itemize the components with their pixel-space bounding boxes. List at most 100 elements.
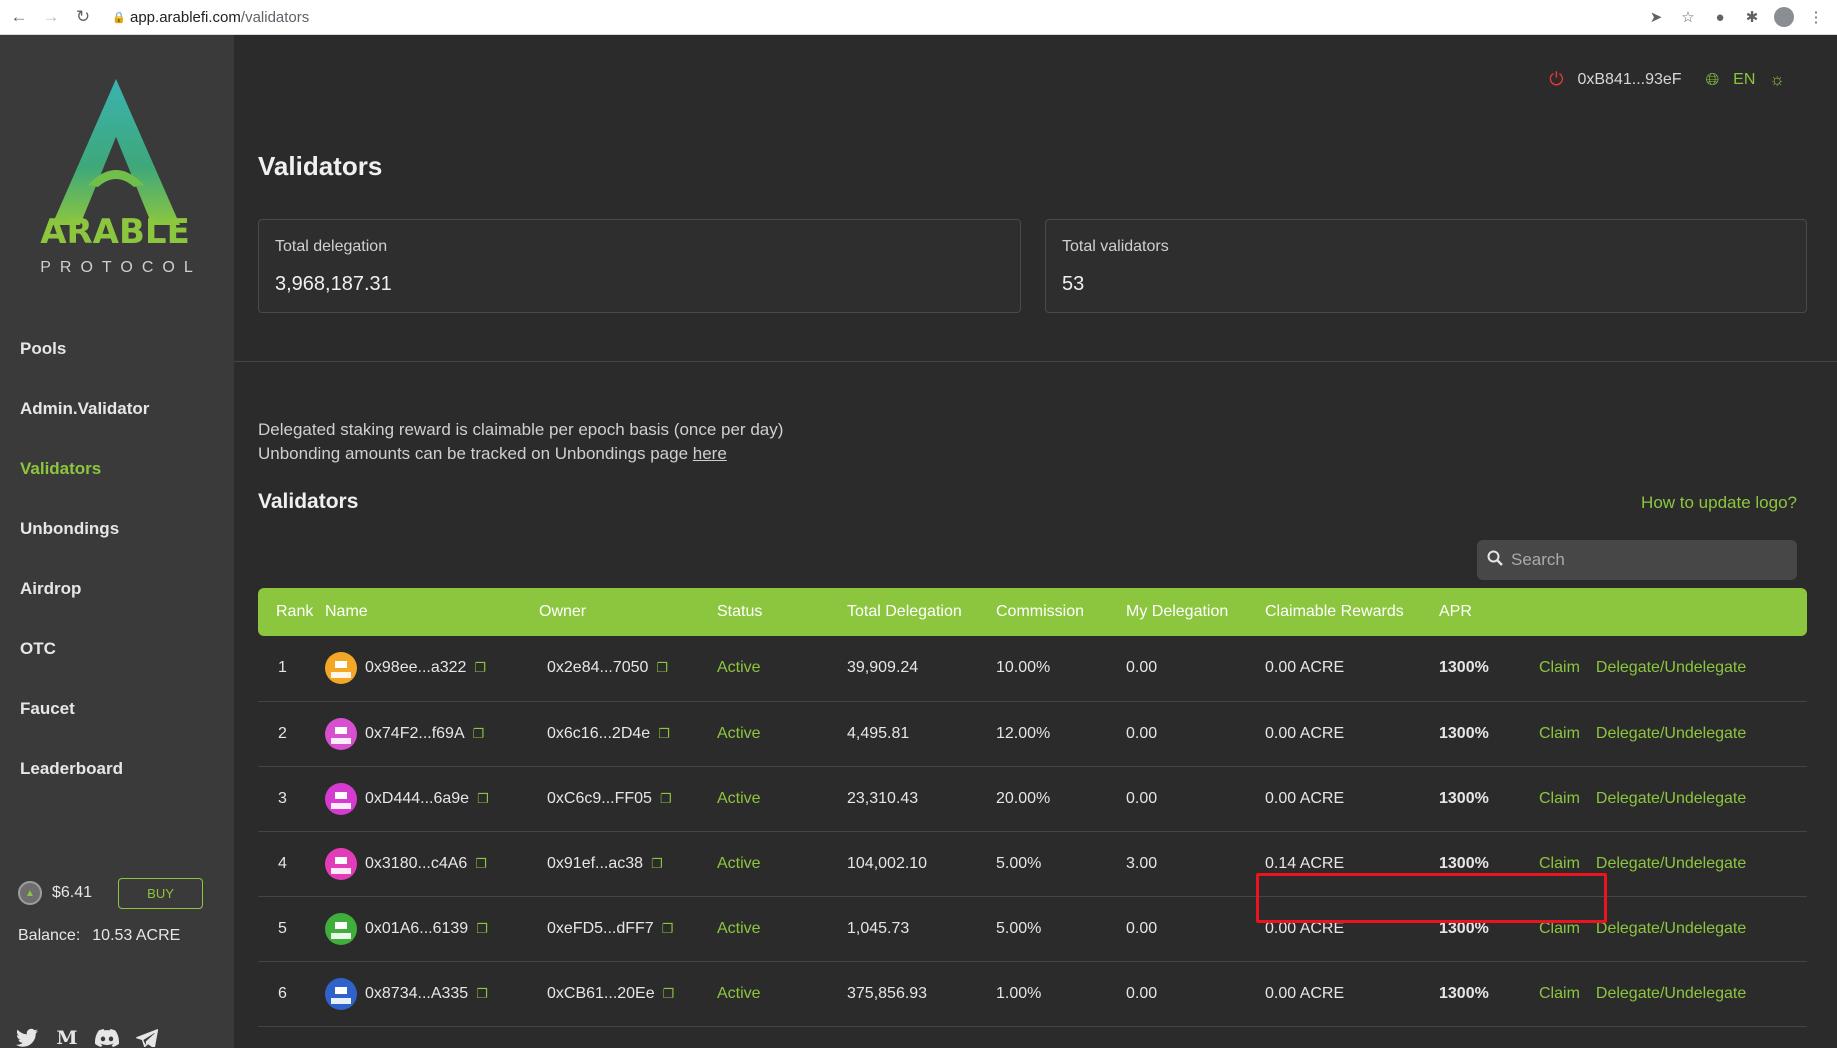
globe-icon[interactable]: 🌐︎ [1706,70,1720,90]
copy-icon[interactable]: ❐ [476,921,488,937]
apr-cell: 1300% [1439,636,1539,702]
my-delegation-cell: 3.00 [1126,831,1265,897]
claim-button[interactable]: Claim [1539,855,1580,872]
total-delegation-cell: 23,310.43 [847,766,996,832]
url-host: app.arablefi.com [130,8,241,26]
validator-name: 0x01A6...6139 [365,919,469,937]
theme-toggle-icon[interactable]: ☼ [1769,70,1785,90]
address-bar[interactable]: 🔒 app.arablefi.com/validators [108,3,1648,31]
validator-name: 0x3180...c4A6 [365,854,468,872]
extensions-icon[interactable]: ✱ [1741,4,1763,30]
sidebar-item-airdrop[interactable]: Airdrop [0,577,234,637]
validator-avatar [325,652,357,685]
validator-avatar [325,977,357,1010]
total-delegation-cell: 1,045.73 [847,896,996,962]
claim-button[interactable]: Claim [1539,985,1580,1002]
col-apr: APR [1439,603,1472,620]
medium-icon[interactable]: M [54,1025,80,1048]
owner-cell: 0x6c16...2D4e ❐ [539,701,717,767]
claim-button[interactable]: Claim [1539,725,1580,742]
copy-icon[interactable]: ❐ [663,986,675,1002]
actions-cell: Claim Delegate/Undelegate [1539,766,1807,832]
col-claimable-rewards: Claimable Rewards [1265,603,1404,620]
arable-logo[interactable]: ARABLE PROTOCOL [30,75,200,276]
validator-avatar [325,717,357,750]
copy-icon[interactable]: ❐ [660,791,672,807]
validator-name: 0x8734...A335 [365,984,469,1002]
my-delegation-cell: 0.00 [1126,766,1265,832]
forward-icon[interactable]: → [38,4,64,30]
copy-icon[interactable]: ❐ [475,856,487,872]
sidebar-item-admin-validator[interactable]: Admin.Validator [0,397,234,457]
sidebar-item-unbondings[interactable]: Unbondings [0,517,234,577]
metamask-icon[interactable]: ● [1709,4,1731,30]
delegate-undelegate-button[interactable]: Delegate/Undelegate [1596,725,1746,742]
copy-icon[interactable]: ❐ [474,660,486,676]
rank-cell: 1 [258,636,325,702]
copy-icon[interactable]: ❐ [651,856,663,872]
name-cell: 0x8734...A335 ❐ [325,961,539,1027]
search-input[interactable] [1511,550,1781,570]
back-icon[interactable]: ← [6,4,32,30]
note-unbonding: Unbonding amounts can be tracked on Unbo… [258,444,727,463]
token-price: $6.41 [52,884,93,901]
total-delegation-cell: 39,909.24 [847,636,996,702]
copy-icon[interactable]: ❐ [473,726,485,742]
copy-icon[interactable]: ❐ [476,986,488,1002]
power-icon[interactable]: ⏻ [1549,69,1563,90]
delegate-undelegate-button[interactable]: Delegate/Undelegate [1596,659,1746,676]
unbondings-here-link[interactable]: here [693,444,727,463]
claimable-rewards-cell: 0.14 ACRE [1265,831,1439,897]
sidebar-item-otc[interactable]: OTC [0,637,234,697]
reload-icon[interactable]: ↻ [70,4,96,30]
delegate-undelegate-button[interactable]: Delegate/Undelegate [1596,790,1746,807]
copy-icon[interactable]: ❐ [477,791,489,807]
commission-cell: 5.00% [996,896,1126,962]
claim-button[interactable]: Claim [1539,659,1580,676]
delegate-undelegate-button[interactable]: Delegate/Undelegate [1596,855,1746,872]
sidebar-item-validators[interactable]: Validators [0,457,234,517]
balance-value: 10.53 ACRE [92,927,181,944]
twitter-icon[interactable] [14,1025,40,1048]
star-icon[interactable]: ☆ [1677,4,1699,30]
balance-row: Balance: 10.53 ACRE [18,927,180,945]
delegate-undelegate-button[interactable]: Delegate/Undelegate [1596,920,1746,937]
copy-icon[interactable]: ❐ [656,660,668,676]
rank-cell: 5 [258,896,325,962]
copy-icon[interactable]: ❐ [658,726,670,742]
telegram-icon[interactable] [134,1025,160,1048]
claim-button[interactable]: Claim [1539,920,1580,937]
profile-icon[interactable] [1773,4,1795,30]
sidebar-item-leaderboard[interactable]: Leaderboard [0,757,234,817]
social-links: M [14,1025,160,1048]
delegate-undelegate-button[interactable]: Delegate/Undelegate [1596,985,1746,1002]
validators-section-title: Validators [258,490,359,513]
menu-dots-icon[interactable]: ⋮ [1805,4,1827,30]
how-to-update-logo-link[interactable]: How to update logo? [1641,493,1797,513]
wallet-address[interactable]: 0xB841...93eF [1577,71,1681,89]
discord-icon[interactable] [94,1025,120,1048]
total-validators-label: Total validators [1062,238,1169,255]
copy-icon[interactable]: ❐ [662,921,674,937]
buy-button[interactable]: BUY [118,877,204,909]
lock-icon: 🔒 [112,11,126,24]
language-selector[interactable]: EN [1733,71,1755,89]
table-row: 5 0x01A6...6139 ❐ 0xeFD5...dFF7 ❐ Active 1,045… [258,896,1807,962]
status-cell: Active [717,701,847,767]
claim-button[interactable]: Claim [1539,790,1580,807]
logo-protocol-text: PROTOCOL [40,259,202,276]
owner-cell: 0xC6c9...FF05 ❐ [539,766,717,832]
send-icon[interactable]: ➤ [1645,4,1667,30]
actions-cell: Claim Delegate/Undelegate [1539,701,1807,767]
rank-cell: 2 [258,701,325,767]
sidebar-item-pools[interactable]: Pools [0,337,234,397]
col-rank: Rank [276,603,314,620]
table-body: 1 0x98ee...a322 ❐ 0x2e84...7050 ❐ Active 39,90… [258,636,1807,1027]
col-commission: Commission [996,603,1085,620]
validator-avatar [325,847,357,880]
balance-label: Balance: [18,927,81,944]
token-price-row: ▲ $6.41 BUY [18,877,218,909]
owner-cell: 0x2e84...7050 ❐ [539,636,717,702]
owner-address: 0x2e84...7050 [547,659,649,677]
sidebar-item-faucet[interactable]: Faucet [0,697,234,757]
